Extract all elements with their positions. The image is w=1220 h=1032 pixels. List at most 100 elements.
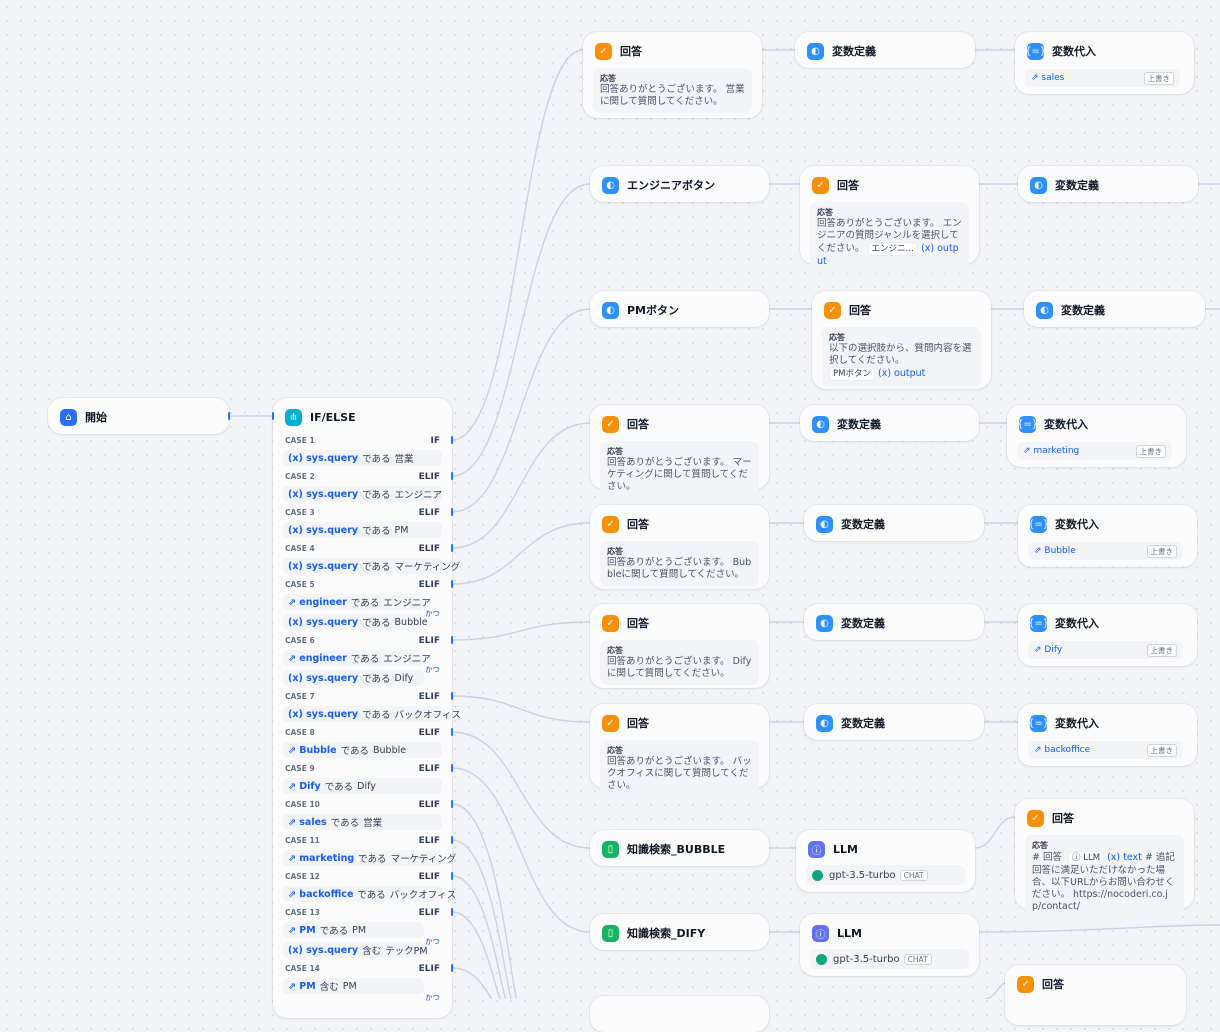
assign-row[interactable]: ⇗ marketing 上書き xyxy=(1017,442,1172,460)
button-node-engineer[interactable]: ◐ エンジニアボタン xyxy=(590,166,769,202)
condition-row[interactable]: ⇗ engineer である エンジニア xyxy=(283,650,431,666)
assign-icon: {=} xyxy=(1028,714,1049,732)
and-label[interactable]: かつ xyxy=(425,992,440,1003)
case-handle[interactable] xyxy=(451,908,453,916)
case-handle[interactable] xyxy=(451,836,453,844)
case-handle[interactable] xyxy=(451,508,453,516)
case-header: CASE 11 ELIF xyxy=(285,836,440,846)
condition-row[interactable]: (x) sys.query である バックオフィス xyxy=(283,706,461,722)
vardef-node[interactable]: ◐ 変数定義 xyxy=(1024,291,1205,327)
answer-node-dify[interactable]: ✓ 回答 応答 回答ありがとうございます。 Difyに関して質問してください。 xyxy=(590,604,769,688)
assign-row[interactable]: ⇗ backoffice 上書き xyxy=(1028,741,1183,759)
case-handle[interactable] xyxy=(451,728,453,736)
condition-row[interactable]: (x) sys.query である Bubble xyxy=(283,614,428,630)
condition-row[interactable]: ⇗ marketing である マーケティング xyxy=(283,850,456,866)
answer-icon: ✓ xyxy=(824,301,841,319)
case-header: CASE 9 ELIF xyxy=(285,764,440,774)
variable-icon: ◐ xyxy=(816,614,833,632)
condition-row[interactable]: (x) sys.query である エンジニア xyxy=(283,486,442,502)
node-chip: エンジニ… xyxy=(867,242,919,256)
answer-node-engineer[interactable]: ✓ 回答 応答 回答ありがとうございます。 エンジニアの質問ジャンルを選択してくださ… xyxy=(800,166,979,273)
case-header: CASE 8 ELIF xyxy=(285,728,440,738)
answer-node-marketing[interactable]: ✓ 回答 応答 回答ありがとうございます。 マーケティングに関して質問してください。 xyxy=(590,405,769,498)
model-selector[interactable]: gpt-3.5-turbo CHAT xyxy=(806,865,965,885)
answer-box: 応答 回答ありがとうございます。 エンジニアの質問ジャンルを選択してください。 エン… xyxy=(810,202,969,273)
answer-node-bubble[interactable]: ✓ 回答 応答 回答ありがとうございます。 Bubbleに関して質問してください。 xyxy=(590,505,769,589)
condition-row[interactable]: (x) sys.query 含む テックPM xyxy=(283,942,428,958)
case-header: CASE 5 ELIF xyxy=(285,580,440,590)
assign-icon: {=} xyxy=(1028,515,1049,533)
condition-row[interactable]: ⇗ engineer である エンジニア xyxy=(283,594,431,610)
condition-row[interactable]: (x) sys.query である 営業 xyxy=(283,450,442,466)
assign-node-backoffice[interactable]: {=} 変数代入 ⇗ backoffice 上書き xyxy=(1018,704,1197,766)
answer-icon: ✓ xyxy=(602,714,619,732)
case-header: CASE 6 ELIF xyxy=(285,636,440,646)
answer-node-sales[interactable]: ✓ 回答 応答 回答ありがとうございます。 営業に関して質問してください。 xyxy=(583,32,762,118)
answer-icon: ✓ xyxy=(1027,809,1044,827)
answer-node-llm[interactable]: ✓ 回答 応答 # 回答 ⓘ LLM (x) text # 追記 回答に満足いただけ… xyxy=(1015,799,1194,918)
assign-row[interactable]: ⇗ Bubble 上書き xyxy=(1028,542,1183,560)
case-header: CASE 3 ELIF xyxy=(285,508,440,518)
assign-row[interactable]: ⇗ sales 上書き xyxy=(1025,69,1180,87)
partial-node[interactable] xyxy=(590,996,769,1032)
ifelse-node[interactable]: ⋔ IF/ELSE CASE 1 IF (x) sys.query である 営業 CAS… xyxy=(272,398,461,1018)
vardef-node[interactable]: ◐ 変数定義 xyxy=(795,32,975,68)
condition-row[interactable]: ⇗ Bubble である Bubble xyxy=(283,742,442,758)
llm-node-bubble[interactable]: ⓘ LLM gpt-3.5-turbo CHAT xyxy=(796,830,975,892)
condition-row[interactable]: (x) sys.query である Dify xyxy=(283,670,424,686)
variable-icon: ◐ xyxy=(602,301,619,319)
openai-icon xyxy=(812,869,823,881)
assign-node-sales[interactable]: {=} 変数代入 ⇗ sales 上書き xyxy=(1015,32,1194,94)
vardef-node[interactable]: ◐ 変数定義 xyxy=(804,604,984,640)
case-handle[interactable] xyxy=(451,472,453,480)
start-node[interactable]: ⌂ 開始 xyxy=(48,398,230,434)
condition-row[interactable]: (x) sys.query である PM xyxy=(283,522,442,538)
answer-box: 応答 回答ありがとうございます。 営業に関して質問してください。 xyxy=(593,68,752,113)
answer-node-partial[interactable]: ✓ 回答 xyxy=(1005,965,1186,1025)
llm-node-dify[interactable]: ⓘ LLM gpt-3.5-turbo CHAT xyxy=(800,914,979,976)
condition-row[interactable]: ⇗ PM である PM xyxy=(283,922,424,938)
condition-row[interactable]: ⇗ sales である 営業 xyxy=(283,814,442,830)
case-handle[interactable] xyxy=(451,964,453,972)
model-selector[interactable]: gpt-3.5-turbo CHAT xyxy=(810,949,969,969)
case-handle[interactable] xyxy=(451,872,453,880)
condition-row[interactable]: ⇗ Dify である Dify xyxy=(283,778,442,794)
case-header: CASE 4 ELIF xyxy=(285,544,440,554)
knowledge-node-bubble[interactable]: ▯ 知識検索_BUBBLE xyxy=(590,830,769,866)
condition-row[interactable]: (x) sys.query である マーケティング xyxy=(283,558,460,574)
condition-row[interactable]: ⇗ PM 含む PM xyxy=(283,978,424,994)
answer-box: 応答 回答ありがとうございます。 Difyに関して質問してください。 xyxy=(600,640,759,685)
case-handle[interactable] xyxy=(451,764,453,772)
case-handle[interactable] xyxy=(451,544,453,552)
case-handle[interactable] xyxy=(451,580,453,588)
case-handle[interactable] xyxy=(451,692,453,700)
knowledge-node-dify[interactable]: ▯ 知識検索_DIFY xyxy=(590,914,769,950)
input-handle[interactable] xyxy=(272,412,274,420)
assign-node-bubble[interactable]: {=} 変数代入 ⇗ Bubble 上書き xyxy=(1018,505,1197,567)
vardef-node[interactable]: ◐ 変数定義 xyxy=(804,505,984,541)
variable-icon: ◐ xyxy=(1036,301,1053,319)
variable-icon: ◐ xyxy=(807,42,824,60)
condition-row[interactable]: ⇗ backoffice である バックオフィス xyxy=(283,886,456,902)
vardef-node[interactable]: ◐ 変数定義 xyxy=(1018,166,1198,202)
case-handle[interactable] xyxy=(451,800,453,808)
and-label[interactable]: かつ xyxy=(425,664,440,675)
case-handle[interactable] xyxy=(451,636,453,644)
answer-node-backoffice[interactable]: ✓ 回答 応答 回答ありがとうございます。 バックオフィスに関して質問してください。 xyxy=(590,704,769,797)
vardef-node[interactable]: ◐ 変数定義 xyxy=(800,405,979,441)
case-handle[interactable] xyxy=(451,436,453,444)
variable-icon: ◐ xyxy=(816,714,833,732)
llm-icon: ⓘ xyxy=(808,840,825,858)
output-handle[interactable] xyxy=(228,412,230,420)
button-node-pm[interactable]: ◐ PMボタン xyxy=(590,291,769,327)
vardef-node[interactable]: ◐ 変数定義 xyxy=(804,704,984,740)
assign-node-dify[interactable]: {=} 変数代入 ⇗ Dify 上書き xyxy=(1018,604,1197,666)
answer-icon: ✓ xyxy=(602,515,619,533)
node-title: IF/ELSE xyxy=(310,410,356,424)
assign-row[interactable]: ⇗ Dify 上書き xyxy=(1028,641,1183,659)
answer-node-pm[interactable]: ✓ 回答 応答 以下の選択肢から、質問内容を選択してください。 PMボタン (x) o… xyxy=(812,291,991,389)
assign-icon: {=} xyxy=(1017,415,1038,433)
assign-node-marketing[interactable]: {=} 変数代入 ⇗ marketing 上書き xyxy=(1007,405,1186,467)
answer-box: 応答 以下の選択肢から、質問内容を選択してください。 PMボタン (x) outpu… xyxy=(822,327,981,386)
node-chip: PMボタン xyxy=(829,367,875,381)
